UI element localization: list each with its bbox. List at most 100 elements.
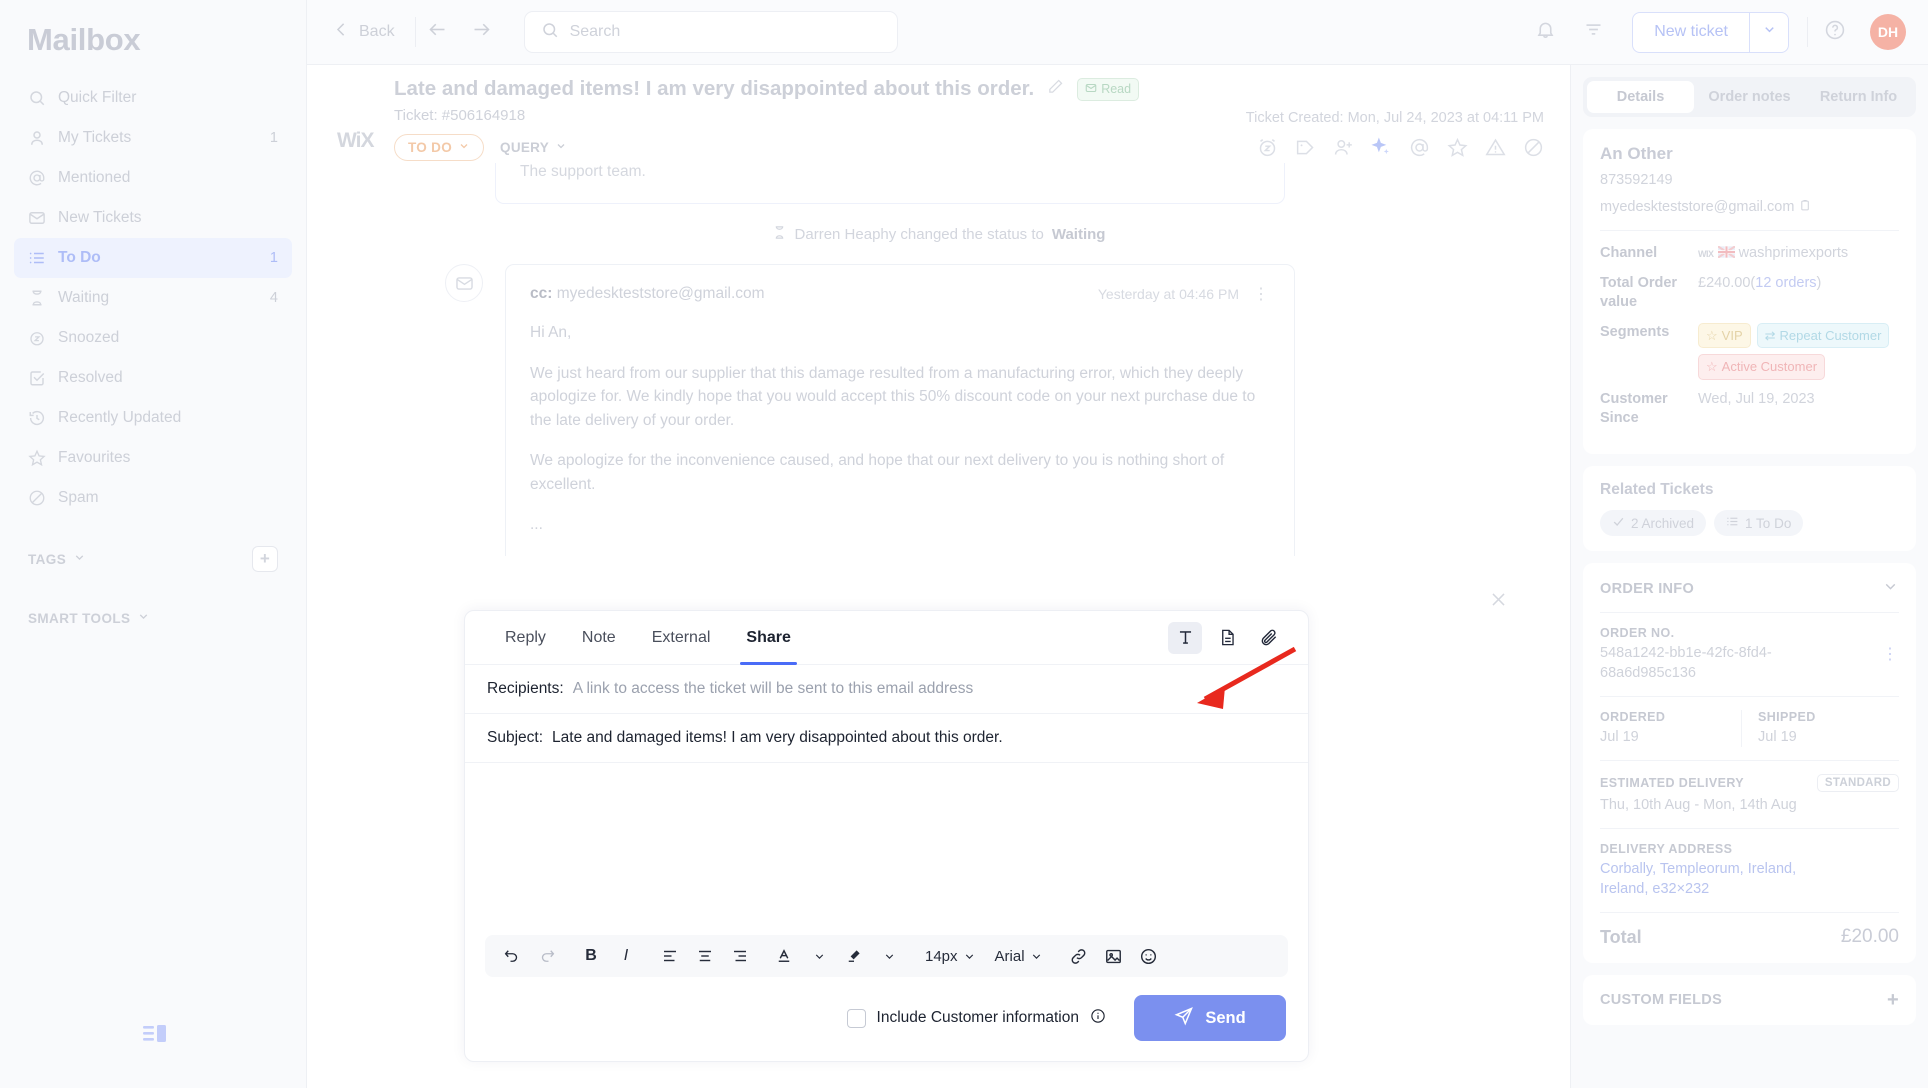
- send-button[interactable]: Send: [1134, 995, 1286, 1041]
- notifications-button[interactable]: [1524, 11, 1566, 53]
- search-box[interactable]: [523, 11, 898, 53]
- tab-external[interactable]: External: [634, 611, 729, 665]
- sidebar-item-favourites[interactable]: Favourites: [14, 438, 292, 478]
- related-todo-pill[interactable]: 1 To Do: [1714, 510, 1804, 537]
- sidebar-item-mentioned[interactable]: Mentioned: [14, 158, 292, 198]
- back-button[interactable]: Back: [333, 21, 415, 43]
- align-left-icon[interactable]: [655, 941, 685, 971]
- ticket-type-dropdown[interactable]: QUERY: [500, 140, 567, 155]
- chevron-down-icon: [1762, 22, 1777, 42]
- ban-icon[interactable]: [1523, 137, 1544, 163]
- nav-forward-arrow-button[interactable]: [460, 12, 504, 52]
- attachment-icon[interactable]: [1252, 622, 1286, 654]
- orders-count-link[interactable]: 12 orders: [1755, 275, 1816, 291]
- edit-pencil-icon[interactable]: [1047, 78, 1064, 100]
- formatting-toolbar: B I 14px Arial: [485, 935, 1288, 977]
- emoji-icon[interactable]: [1134, 941, 1164, 971]
- ordered-column: ORDERED Jul 19: [1600, 710, 1741, 747]
- recipients-input[interactable]: A link to access the ticket will be sent…: [573, 680, 974, 698]
- template-document-icon[interactable]: [1210, 622, 1244, 654]
- info-icon[interactable]: [1090, 1008, 1106, 1029]
- help-button[interactable]: [1814, 11, 1856, 53]
- include-customer-info-toggle[interactable]: Include Customer information: [846, 1008, 1106, 1029]
- sidebar-item-recently-updated[interactable]: Recently Updated: [14, 398, 292, 438]
- collapse-sidebar-button[interactable]: [142, 1023, 168, 1050]
- sidebar-item-waiting[interactable]: Waiting 4: [14, 278, 292, 318]
- at-icon[interactable]: [1409, 137, 1430, 163]
- user-avatar[interactable]: DH: [1870, 14, 1906, 50]
- checkbox[interactable]: [846, 1008, 866, 1028]
- customer-card: An Other 873592149 myedeskteststore@gmai…: [1583, 129, 1916, 455]
- close-icon[interactable]: [1489, 590, 1508, 615]
- star-icon[interactable]: [1447, 137, 1468, 163]
- status-badge[interactable]: Read: [1077, 77, 1140, 101]
- highlight-color-icon[interactable]: [839, 941, 869, 971]
- top-toolbar: Back Search New ticket DH: [307, 0, 1928, 65]
- send-label: Send: [1205, 1008, 1246, 1027]
- text-format-icon[interactable]: [1168, 621, 1202, 654]
- nav-back-arrow-button[interactable]: [416, 12, 460, 52]
- composer-body-input[interactable]: [465, 763, 1308, 935]
- hourglass-icon: [772, 225, 787, 244]
- tag-icon[interactable]: [1295, 137, 1316, 163]
- tab-details[interactable]: Details: [1587, 81, 1694, 113]
- tab-return-info[interactable]: Return Info: [1805, 81, 1912, 113]
- message-expand-ellipsis[interactable]: ...: [530, 513, 1270, 537]
- sidebar-item-resolved[interactable]: Resolved: [14, 358, 292, 398]
- align-center-icon[interactable]: [690, 941, 720, 971]
- subject-row[interactable]: Subject: Late and damaged items! I am ve…: [465, 714, 1308, 763]
- order-info-header[interactable]: ORDER INFO: [1600, 578, 1899, 599]
- sidebar-item-quick-filter[interactable]: Quick Filter: [14, 78, 292, 118]
- bold-icon[interactable]: B: [576, 941, 606, 971]
- text-color-icon[interactable]: [769, 941, 799, 971]
- align-right-icon[interactable]: [725, 941, 755, 971]
- snooze-icon[interactable]: [1257, 137, 1278, 163]
- delivery-address-value[interactable]: Corbally, Templeorum, Ireland, Ireland, …: [1600, 859, 1835, 899]
- tab-reply[interactable]: Reply: [487, 611, 564, 665]
- filter-button[interactable]: [1572, 11, 1614, 53]
- tab-note[interactable]: Note: [564, 611, 634, 665]
- link-icon[interactable]: [1064, 941, 1094, 971]
- sidebar-item-to-do[interactable]: To Do 1: [14, 238, 292, 278]
- ticket-status-dropdown[interactable]: TO DO: [394, 134, 485, 161]
- new-ticket-button-group[interactable]: New ticket: [1632, 11, 1789, 53]
- custom-fields-header[interactable]: CUSTOM FIELDS +: [1600, 990, 1899, 1010]
- chevron-down-icon[interactable]: [1882, 578, 1899, 599]
- font-size-dropdown[interactable]: 14px: [918, 941, 983, 971]
- search-input[interactable]: [569, 23, 881, 41]
- highlight-color-dropdown-icon[interactable]: [874, 941, 904, 971]
- sidebar-item-snoozed[interactable]: Snoozed: [14, 318, 292, 358]
- warning-icon[interactable]: [1485, 137, 1506, 163]
- tab-order-notes[interactable]: Order notes: [1696, 81, 1803, 113]
- copy-icon[interactable]: [1798, 199, 1811, 215]
- tab-share[interactable]: Share: [728, 611, 808, 665]
- message-menu-button[interactable]: ⋮: [1253, 284, 1270, 304]
- ai-sparkle-icon[interactable]: [1371, 137, 1392, 163]
- page-title: Late and damaged items! I am very disapp…: [394, 77, 1035, 100]
- smart-tools-section-header[interactable]: SMART TOOLS: [14, 600, 292, 636]
- add-tag-button[interactable]: +: [252, 546, 278, 572]
- order-menu-button[interactable]: ⋮: [1882, 626, 1899, 664]
- assign-user-icon[interactable]: [1333, 137, 1354, 163]
- recipients-row[interactable]: Recipients: A link to access the ticket …: [465, 665, 1308, 714]
- ticket-title-row: Late and damaged items! I am very disapp…: [337, 77, 1544, 101]
- undo-icon[interactable]: [497, 941, 527, 971]
- delivery-address-label: DELIVERY ADDRESS: [1600, 842, 1733, 857]
- plus-icon[interactable]: +: [1887, 990, 1899, 1010]
- new-ticket-button[interactable]: New ticket: [1633, 13, 1749, 52]
- redo-icon[interactable]: [532, 941, 562, 971]
- related-archived-pill[interactable]: 2 Archived: [1600, 510, 1707, 537]
- font-family-dropdown[interactable]: Arial: [988, 941, 1050, 971]
- sidebar-item-new-tickets[interactable]: New Tickets: [14, 198, 292, 238]
- text-color-dropdown-icon[interactable]: [804, 941, 834, 971]
- insert-image-icon[interactable]: [1099, 941, 1129, 971]
- subject-input[interactable]: Late and damaged items! I am very disapp…: [552, 729, 1003, 747]
- tags-section-header[interactable]: TAGS +: [14, 536, 292, 582]
- new-ticket-dropdown-button[interactable]: [1749, 12, 1788, 52]
- italic-icon[interactable]: I: [611, 941, 641, 971]
- sidebar-item-label: To Do: [58, 249, 101, 266]
- sidebar-item-my-tickets[interactable]: My Tickets 1: [14, 118, 292, 158]
- sidebar-item-spam[interactable]: Spam: [14, 478, 292, 518]
- arrow-left-icon: [427, 19, 448, 45]
